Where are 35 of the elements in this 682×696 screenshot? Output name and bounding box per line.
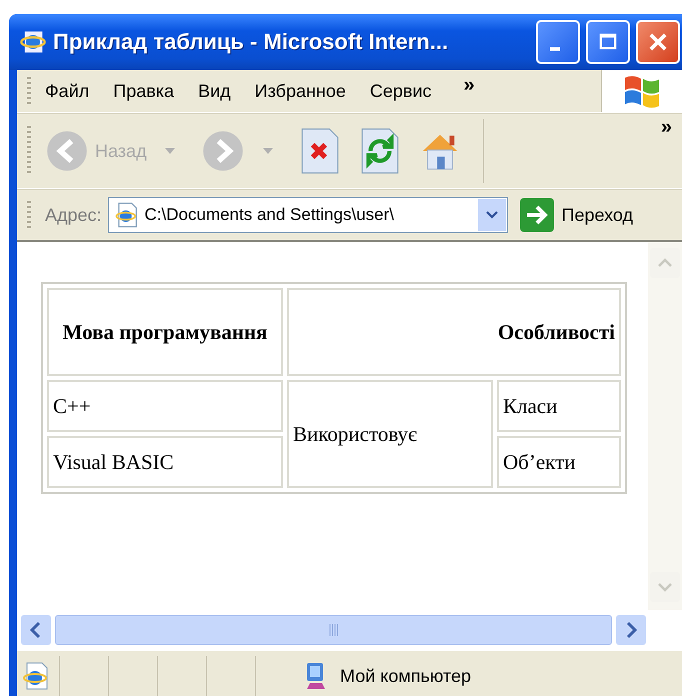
chevron-down-icon [486, 211, 498, 219]
grip-icon [328, 624, 338, 636]
menu-item[interactable]: Файл [45, 80, 90, 102]
table-cell: C++ [47, 380, 283, 432]
menu-item[interactable]: Сервис [370, 80, 432, 102]
address-field[interactable]: C:\Documents and Settings\user\ [108, 197, 508, 233]
menu-item[interactable]: Избранное [254, 80, 346, 102]
scroll-thumb[interactable] [55, 615, 612, 645]
maximize-button[interactable] [586, 20, 630, 64]
minimize-button[interactable] [536, 20, 580, 64]
table-cell: Використовує [287, 380, 493, 488]
close-button[interactable] [636, 20, 680, 64]
table-header: Мова програмування [47, 288, 283, 376]
table-cell: Класи [497, 380, 621, 432]
stop-icon[interactable] [298, 128, 341, 174]
menu-item[interactable]: Правка [113, 80, 174, 102]
table-cell: Visual BASIC [47, 436, 283, 488]
table-cell: Об’екти [497, 436, 621, 488]
computer-icon [304, 661, 328, 691]
window-title: Приклад таблиць - Microsoft Intern... [53, 29, 450, 55]
dropdown-caret-icon[interactable] [164, 148, 175, 154]
more-chevron[interactable]: » [660, 116, 672, 139]
address-label: Адрес: [45, 204, 102, 226]
menu-item[interactable]: Вид [198, 80, 231, 102]
scroll-left-icon[interactable] [21, 615, 51, 645]
more-chevron[interactable]: » [464, 74, 475, 96]
go-button[interactable]: Переход [562, 204, 634, 226]
scroll-right-icon[interactable] [616, 615, 646, 645]
minimize-icon [550, 47, 560, 51]
table-header: Особливості [287, 288, 621, 376]
dropdown-caret-icon[interactable] [262, 148, 273, 154]
flag-logo-icon [622, 74, 662, 108]
status-text: Мой компьютер [340, 666, 472, 686]
dropdown-button[interactable] [478, 199, 506, 231]
refresh-icon[interactable] [358, 128, 401, 174]
